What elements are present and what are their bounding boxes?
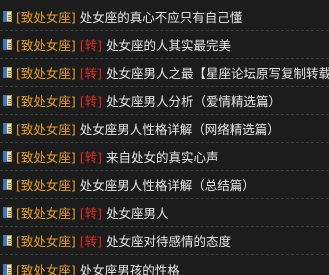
list-item[interactable]: [致处女座] 处女座男人性格详解（总结篇）: [0, 171, 329, 199]
category-label[interactable]: [致处女座]: [16, 175, 76, 194]
document-icon: [3, 67, 12, 78]
article-title-link[interactable]: 处女座男人性格详解（总结篇）: [80, 175, 255, 194]
category-label[interactable]: [致处女座]: [16, 147, 76, 166]
repost-tag: [转]: [79, 234, 103, 249]
article-title-link[interactable]: 来自处女的真实心声: [106, 147, 219, 166]
list-item[interactable]: [致处女座] [转] 处女座对待感情的态度: [0, 227, 329, 255]
category-label[interactable]: [致处女座]: [16, 203, 76, 222]
list-item[interactable]: [致处女座] 处女座男人性格详解（网络精选篇）: [0, 115, 329, 143]
document-icon: [3, 95, 12, 106]
list-item[interactable]: [致处女座] 处女座男孩的性格: [0, 255, 329, 275]
article-title-link[interactable]: 处女座男人性格详解（网络精选篇）: [80, 119, 280, 138]
category-label[interactable]: [致处女座]: [16, 35, 76, 54]
repost-tag: [转]: [79, 206, 103, 221]
list-item[interactable]: [致处女座] 处女座的真心不应只有自己懂: [0, 3, 329, 31]
category-label[interactable]: [致处女座]: [16, 63, 76, 82]
category-label[interactable]: [致处女座]: [16, 7, 76, 26]
category-label[interactable]: [致处女座]: [16, 231, 76, 250]
document-icon: [3, 151, 12, 162]
document-icon: [3, 39, 12, 50]
document-icon: [3, 235, 12, 246]
category-label[interactable]: [致处女座]: [16, 91, 76, 110]
category-label[interactable]: [致处女座]: [16, 260, 76, 275]
article-title-link[interactable]: 处女座男人: [106, 203, 169, 222]
document-icon: [3, 263, 12, 275]
article-title-link[interactable]: 处女座的人其实最完美: [106, 35, 231, 54]
document-icon: [3, 11, 12, 22]
list-item[interactable]: [致处女座] [转] 处女座男人之最【星座论坛原写复制转载】: [0, 59, 329, 87]
list-item[interactable]: [致处女座] [转] 处女座男人分析（爱情精选篇）: [0, 87, 329, 115]
repost-tag: [转]: [79, 94, 103, 109]
document-icon: [3, 179, 12, 190]
article-list: [致处女座] 处女座的真心不应只有自己懂 [致处女座] [转] 处女座的人其实最…: [0, 0, 329, 275]
category-label[interactable]: [致处女座]: [16, 119, 76, 138]
repost-tag: [转]: [79, 150, 103, 165]
list-item[interactable]: [致处女座] [转] 来自处女的真实心声: [0, 143, 329, 171]
document-icon: [3, 123, 12, 134]
list-item[interactable]: [致处女座] [转] 处女座的人其实最完美: [0, 31, 329, 59]
repost-tag: [转]: [79, 66, 103, 81]
article-title-link[interactable]: 处女座男人之最【星座论坛原写复制转载】: [106, 63, 329, 82]
article-title-link[interactable]: 处女座男人分析（爱情精选篇）: [106, 91, 281, 110]
article-title-link[interactable]: 处女座男孩的性格: [80, 260, 180, 275]
document-icon: [3, 207, 12, 218]
article-title-link[interactable]: 处女座的真心不应只有自己懂: [80, 7, 243, 26]
article-title-link[interactable]: 处女座对待感情的态度: [106, 231, 231, 250]
repost-tag: [转]: [79, 38, 103, 53]
list-item[interactable]: [致处女座] [转] 处女座男人: [0, 199, 329, 227]
